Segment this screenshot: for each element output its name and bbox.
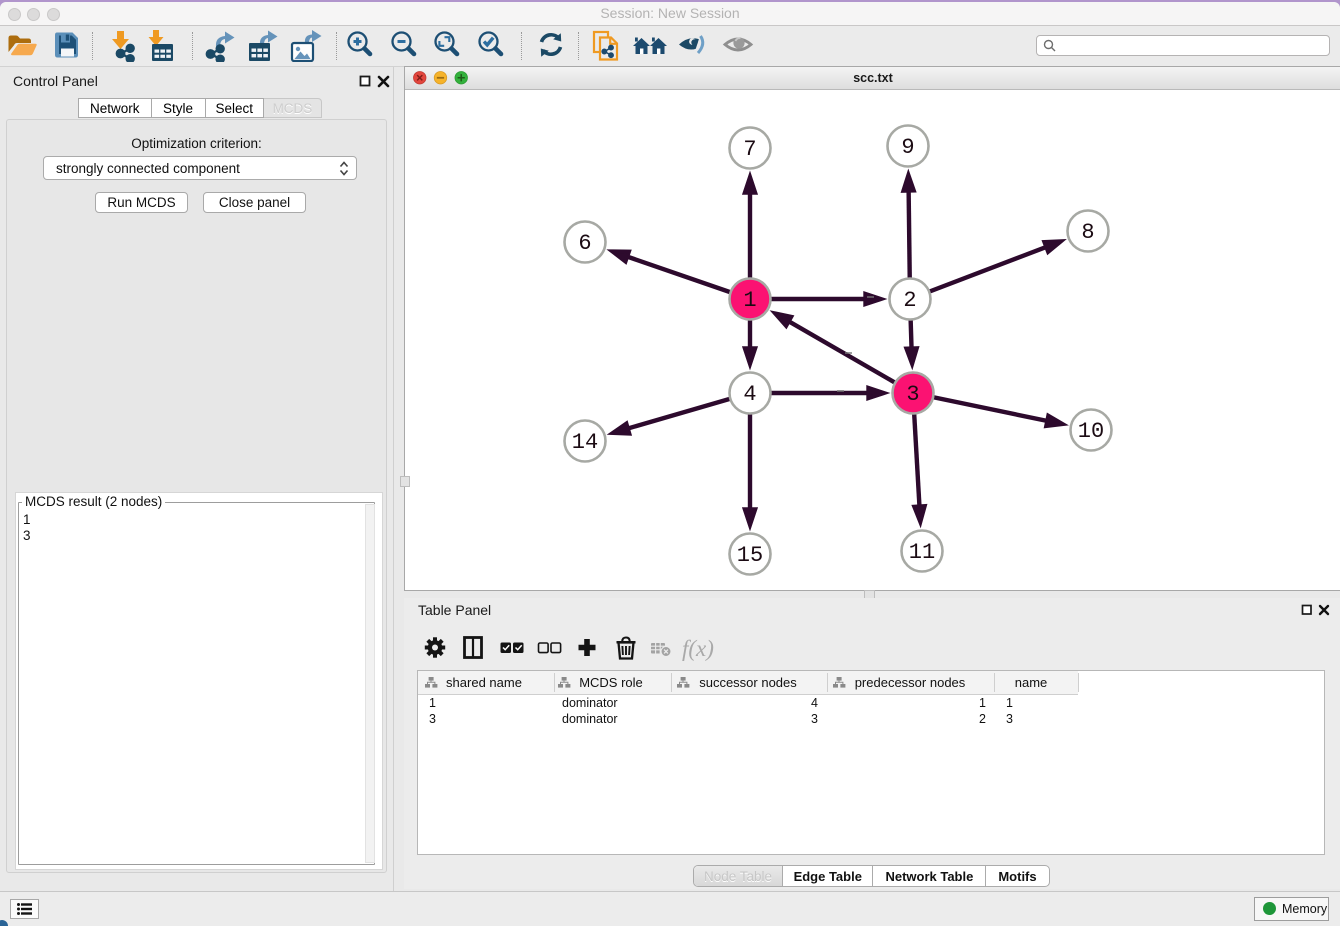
svg-text:successor nodes: successor nodes bbox=[699, 675, 797, 690]
svg-text:2: 2 bbox=[979, 712, 986, 726]
svg-text:2: 2 bbox=[903, 288, 916, 313]
svg-text:14: 14 bbox=[572, 430, 598, 455]
svg-text:4: 4 bbox=[743, 382, 756, 407]
svg-text:1: 1 bbox=[1006, 696, 1013, 710]
svg-text:10: 10 bbox=[1078, 419, 1104, 444]
svg-text:8: 8 bbox=[1081, 220, 1094, 245]
svg-text:MCDS role: MCDS role bbox=[579, 675, 643, 690]
svg-text:dominator: dominator bbox=[562, 712, 618, 726]
svg-text:3: 3 bbox=[906, 382, 919, 407]
svg-text:f(x): f(x) bbox=[682, 636, 714, 661]
svg-text:shared name: shared name bbox=[446, 675, 522, 690]
svg-text:1: 1 bbox=[979, 696, 986, 710]
svg-text:7: 7 bbox=[743, 137, 756, 162]
svg-text:1: 1 bbox=[743, 288, 756, 313]
svg-text:4: 4 bbox=[811, 696, 818, 710]
svg-text:3: 3 bbox=[811, 712, 818, 726]
svg-text:dominator: dominator bbox=[562, 696, 618, 710]
svg-text:1: 1 bbox=[429, 696, 436, 710]
svg-text:predecessor nodes: predecessor nodes bbox=[855, 675, 966, 690]
svg-text:3: 3 bbox=[429, 712, 436, 726]
svg-text:11: 11 bbox=[909, 540, 935, 565]
svg-text:6: 6 bbox=[578, 231, 591, 256]
svg-text:name: name bbox=[1015, 675, 1048, 690]
svg-text:3: 3 bbox=[1006, 712, 1013, 726]
svg-text:15: 15 bbox=[737, 543, 763, 568]
svg-text:9: 9 bbox=[901, 135, 914, 160]
